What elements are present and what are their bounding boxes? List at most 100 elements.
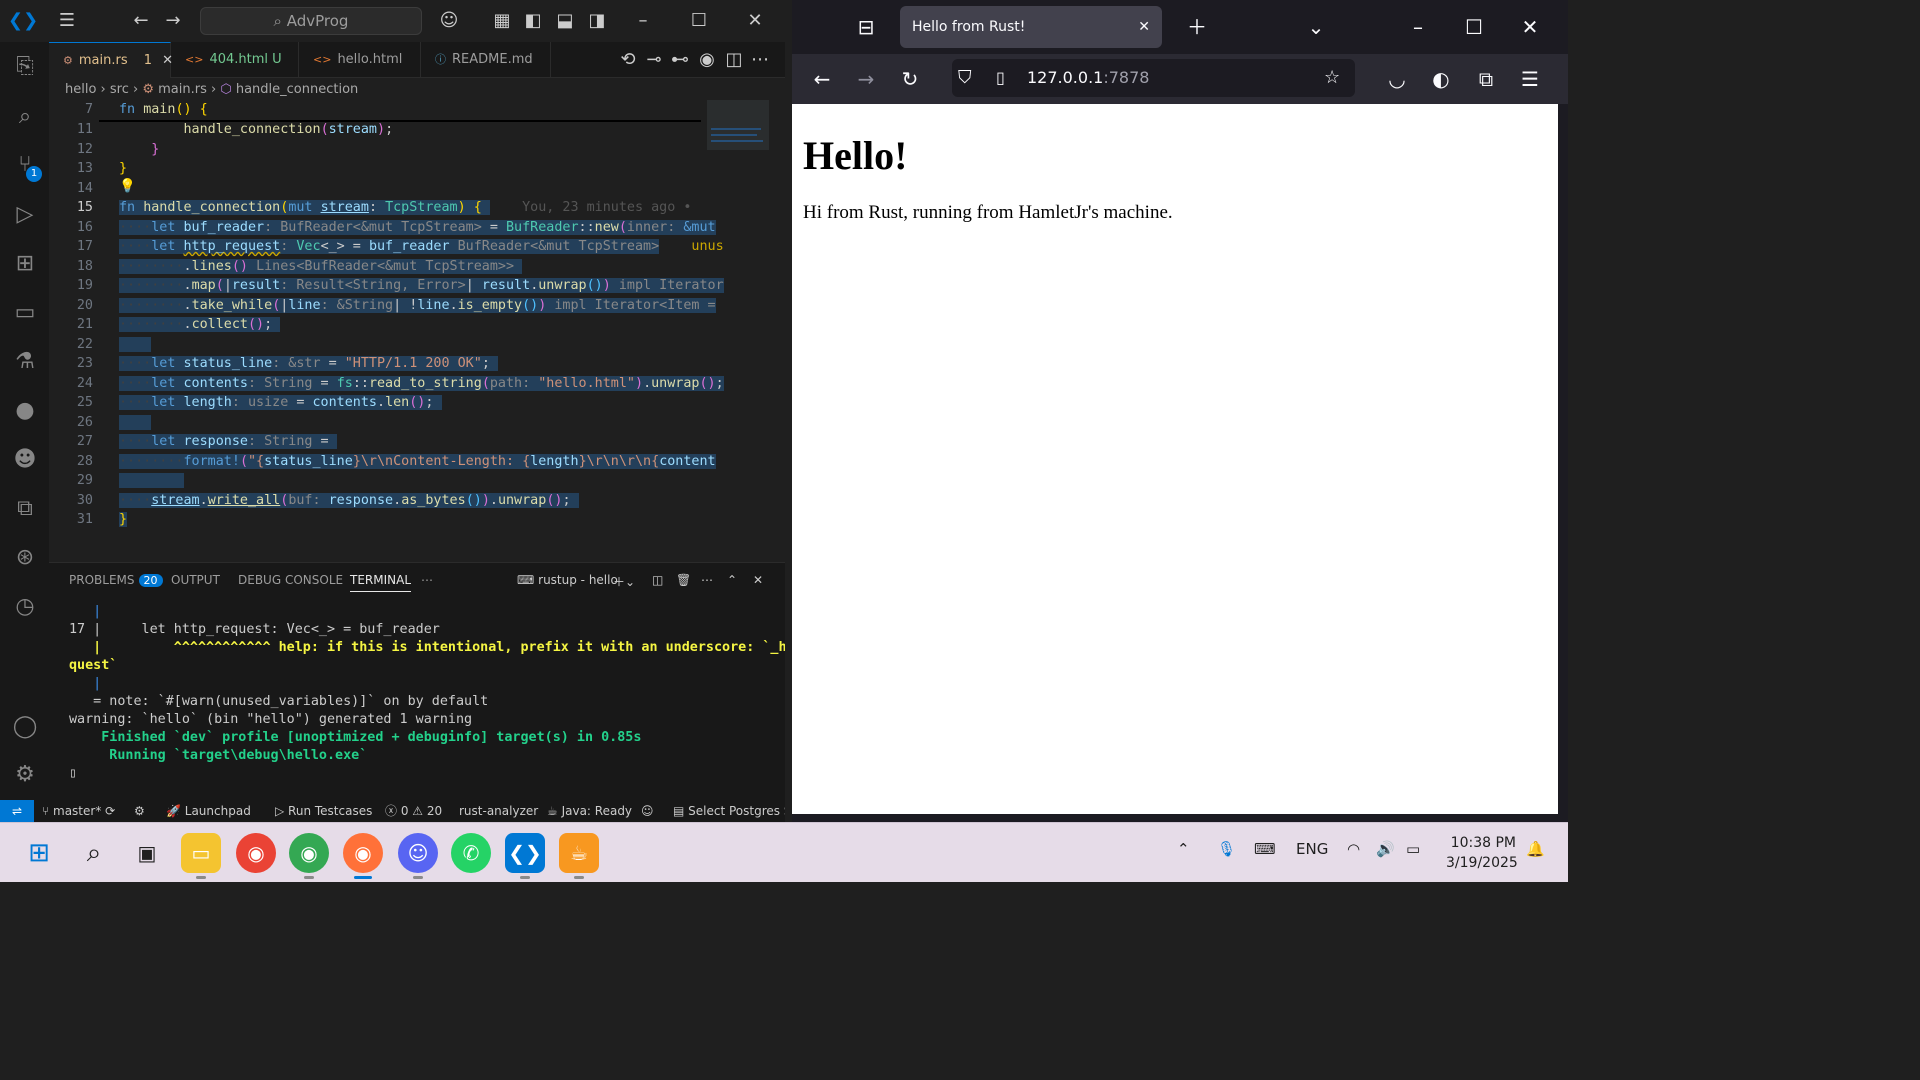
shield-icon[interactable]: ⛉: [958, 59, 972, 97]
branch-status[interactable]: ⑂ master* ⟳: [42, 800, 115, 822]
new-terminal-icon[interactable]: ＋⌄: [613, 573, 635, 590]
search-icon[interactable]: ⌕: [74, 833, 114, 873]
minimize-icon[interactable]: –: [630, 8, 656, 34]
close-icon[interactable]: ✕: [742, 8, 768, 34]
customize-layout-icon[interactable]: ▦: [489, 8, 515, 34]
tab-404-html[interactable]: <> 404.html U: [171, 42, 299, 78]
rust-analyzer-status[interactable]: rust-analyzer: [459, 800, 538, 822]
close-panel-icon[interactable]: ✕: [753, 573, 763, 587]
back-arrow-icon[interactable]: ←: [128, 8, 154, 34]
show-hidden-icons-icon[interactable]: ⌃: [1177, 840, 1190, 858]
forward-icon[interactable]: →: [851, 64, 881, 94]
microphone-icon[interactable]: 🎙: [1217, 840, 1236, 858]
list-tabs-icon[interactable]: ⌄: [1301, 12, 1331, 42]
account-avatar[interactable]: ◐: [1426, 64, 1456, 94]
discord-icon[interactable]: ☺: [398, 833, 438, 879]
file-explorer-icon[interactable]: ▭: [181, 833, 221, 879]
extensions-icon[interactable]: ⧉: [1471, 64, 1501, 94]
gitlens-icon[interactable]: ◉: [694, 47, 720, 73]
terminal-output[interactable]: | 17 | let http_request: Vec<_> = buf_rea…: [69, 603, 785, 783]
app-menu-icon[interactable]: ☰: [1515, 64, 1545, 94]
minimap[interactable]: [707, 100, 769, 160]
more-views-icon[interactable]: ⋯: [421, 573, 433, 587]
feedback-icon[interactable]: ☺: [641, 800, 654, 822]
notifications-icon[interactable]: 🔔: [1526, 840, 1545, 858]
tab-overview-icon[interactable]: ⊟: [851, 12, 881, 42]
copilot-chat-icon[interactable]: ☻: [10, 445, 40, 475]
maximize-icon[interactable]: ☐: [686, 8, 712, 34]
breadcrumb-item[interactable]: hello: [65, 82, 96, 97]
tab-readme-md[interactable]: ⓘ README.md: [421, 42, 551, 78]
search-icon[interactable]: ⌕: [10, 102, 40, 132]
maximize-panel-icon[interactable]: ⌃: [727, 573, 737, 587]
vscode-icon[interactable]: ❮❯: [505, 833, 545, 879]
breadcrumb-item[interactable]: handle_connection: [236, 82, 358, 97]
chrome-profile-icon[interactable]: ◉: [289, 833, 329, 879]
github-icon[interactable]: ●: [10, 396, 40, 426]
url-bar[interactable]: ⛉ ▯ 127.0.0.1:7878 ☆: [952, 59, 1355, 97]
lightbulb-icon[interactable]: 💡: [119, 179, 136, 194]
commit-icon[interactable]: ⊸: [641, 47, 667, 73]
new-tab-icon[interactable]: ＋: [1182, 12, 1212, 42]
minimize-icon[interactable]: –: [1403, 12, 1433, 42]
bookmark-star-icon[interactable]: ☆: [1324, 59, 1340, 97]
browser-tab[interactable]: Hello from Rust! ✕: [900, 6, 1162, 48]
forward-arrow-icon[interactable]: →: [160, 8, 186, 34]
copilot-icon[interactable]: ☺: [436, 8, 462, 34]
toggle-panel-icon[interactable]: ⬓: [552, 8, 578, 34]
java-icon[interactable]: ☕: [559, 833, 599, 879]
git-graph-icon[interactable]: ⊛: [10, 543, 40, 573]
more-actions-icon[interactable]: ⋯: [701, 573, 713, 587]
chrome-icon[interactable]: ◉: [236, 833, 276, 873]
run-testcases-status[interactable]: ▷ Run Testcases: [275, 800, 372, 822]
timeline-back-icon[interactable]: ⟲: [615, 47, 641, 73]
tab-problems[interactable]: PROBLEMS 20: [69, 573, 163, 587]
terminal-selector[interactable]: ⌨ rustup - hello: [517, 573, 618, 587]
java-status[interactable]: ☕ Java: Ready: [547, 800, 632, 822]
code-editor[interactable]: 7 fn main() { 11 handle_connection(strea…: [49, 100, 724, 560]
tab-output[interactable]: OUTPUT: [171, 573, 220, 587]
testing-icon[interactable]: ⚗: [10, 347, 40, 377]
problems-status[interactable]: ⓧ 0 ⚠ 20: [385, 800, 442, 822]
postgres-status[interactable]: ▤ Select Postgres S: [673, 800, 785, 822]
launchpad-status[interactable]: 🚀 Launchpad: [166, 800, 251, 822]
tab-main-rs[interactable]: ⚙ main.rs 1 ✕: [49, 42, 173, 78]
clock[interactable]: 10:38 PM 3/19/2025: [1446, 833, 1518, 873]
gear-icon[interactable]: ⚙: [10, 760, 40, 790]
remote-icon[interactable]: ⇌: [0, 800, 34, 822]
keyboard-icon[interactable]: ⌨: [1254, 840, 1276, 858]
menu-icon[interactable]: ☰: [54, 8, 80, 34]
tab-hello-html[interactable]: <> hello.html: [299, 42, 421, 78]
pocket-icon[interactable]: ◡: [1382, 64, 1412, 94]
wifi-icon[interactable]: ◠: [1347, 840, 1360, 858]
close-tab-icon[interactable]: ✕: [1138, 6, 1150, 48]
start-button-icon[interactable]: ⊞: [19, 833, 59, 873]
back-icon[interactable]: ←: [807, 64, 837, 94]
whatsapp-icon[interactable]: ✆: [451, 833, 491, 873]
database-icon[interactable]: ⧉: [10, 494, 40, 524]
split-terminal-icon[interactable]: ◫: [652, 573, 663, 587]
close-window-icon[interactable]: ✕: [1515, 12, 1545, 42]
command-center-search[interactable]: ⌕ AdvProg: [200, 7, 422, 35]
kill-terminal-icon[interactable]: 🗑: [676, 573, 691, 587]
timeline-icon[interactable]: ◷: [10, 592, 40, 622]
language-indicator[interactable]: ENG: [1296, 840, 1328, 858]
explorer-icon[interactable]: ⎘: [10, 52, 40, 82]
split-editor-icon[interactable]: ◫: [721, 47, 747, 73]
battery-icon[interactable]: ▭: [1406, 840, 1420, 858]
toggle-sidebar-icon[interactable]: ◧: [520, 8, 546, 34]
tab-terminal[interactable]: TERMINAL: [350, 573, 412, 592]
source-control-icon[interactable]: ⑂ 1: [10, 150, 42, 182]
debug-status-icon[interactable]: ⚙: [134, 800, 145, 822]
task-view-icon[interactable]: ▣: [127, 833, 167, 873]
extensions-icon[interactable]: ⊞: [10, 249, 40, 279]
run-debug-icon[interactable]: ▷: [10, 200, 40, 230]
more-actions-icon[interactable]: ⋯: [747, 47, 773, 73]
maximize-icon[interactable]: ☐: [1459, 12, 1489, 42]
breadcrumb-item[interactable]: src: [110, 82, 129, 97]
reload-icon[interactable]: ↻: [895, 64, 925, 94]
toggle-secondary-sidebar-icon[interactable]: ◨: [584, 8, 610, 34]
remote-explorer-icon[interactable]: ▭: [10, 298, 40, 328]
tab-debug-console[interactable]: DEBUG CONSOLE: [238, 573, 343, 587]
next-change-icon[interactable]: ⊷: [667, 47, 693, 73]
